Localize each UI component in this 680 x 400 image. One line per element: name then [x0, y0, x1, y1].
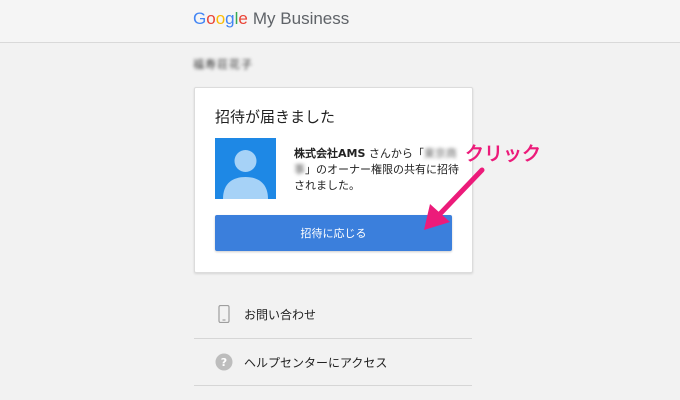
account-name: 福寿荘花子 [193, 58, 253, 71]
google-my-business-logo[interactable]: Google My Business [193, 9, 349, 29]
phone-icon [212, 305, 236, 323]
contact-link[interactable]: お問い合わせ [194, 291, 472, 337]
person-icon [223, 150, 268, 199]
avatar [215, 138, 276, 199]
message-text: さんから「 [365, 147, 424, 160]
svg-text:?: ? [221, 356, 227, 369]
logo-letter: g [225, 9, 235, 28]
help-icon: ? [212, 353, 236, 371]
logo-letter: G [193, 9, 207, 28]
contact-link-label: お問い合わせ [244, 307, 317, 322]
help-center-link[interactable]: ? ヘルプセンターにアクセス [194, 339, 472, 385]
card-title: 招待が届きました [215, 108, 336, 126]
company-name: 株式会社AMS [294, 147, 366, 160]
top-header: Google My Business [0, 0, 680, 43]
arrow-icon [424, 167, 485, 230]
help-center-link-label: ヘルプセンターにアクセス [244, 355, 388, 370]
logo-product-name: My Business [252, 9, 350, 28]
logo-letter: o [206, 9, 216, 28]
logo-letter: e [238, 9, 248, 28]
logo-letter: o [215, 9, 226, 28]
divider [194, 385, 472, 386]
